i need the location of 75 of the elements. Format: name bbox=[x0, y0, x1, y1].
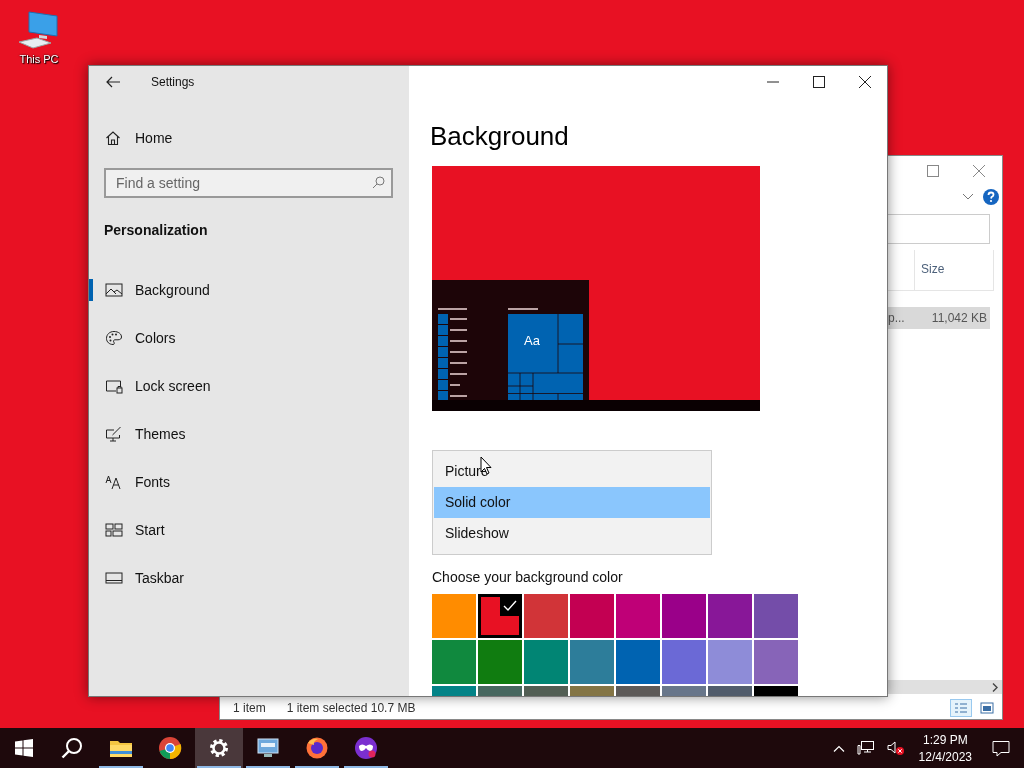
maximize-icon[interactable] bbox=[813, 76, 825, 88]
color-swatch[interactable] bbox=[570, 640, 614, 684]
color-swatch[interactable] bbox=[616, 640, 660, 684]
color-swatch[interactable] bbox=[754, 640, 798, 684]
color-swatch[interactable] bbox=[662, 594, 706, 638]
computer-icon[interactable] bbox=[17, 10, 61, 50]
gear-icon bbox=[207, 736, 231, 760]
monitor-icon bbox=[256, 736, 280, 760]
nav-item[interactable]: Lock screen bbox=[89, 375, 409, 397]
dropdown-option[interactable]: Slideshow bbox=[434, 518, 710, 549]
chevron-down-icon[interactable] bbox=[963, 194, 973, 200]
tile-label: Aa bbox=[524, 333, 540, 348]
window-title: Settings bbox=[151, 75, 195, 89]
color-swatch[interactable] bbox=[478, 640, 522, 684]
dropdown-option[interactable]: Solid color bbox=[434, 487, 710, 518]
color-swatch[interactable] bbox=[708, 594, 752, 638]
search-icon bbox=[61, 737, 83, 759]
color-swatch[interactable] bbox=[662, 640, 706, 684]
status-text: 1 item bbox=[233, 701, 266, 715]
color-swatch[interactable] bbox=[708, 640, 752, 684]
desktop-icon-label[interactable]: This PC bbox=[19, 53, 59, 65]
section-heading: Personalization bbox=[104, 222, 209, 238]
scroll-right-icon[interactable] bbox=[992, 682, 998, 692]
back-arrow-icon[interactable] bbox=[106, 76, 120, 88]
minimize-icon[interactable] bbox=[767, 81, 779, 83]
chevron-up-icon[interactable] bbox=[832, 744, 845, 752]
column-header[interactable]: Size bbox=[914, 250, 994, 290]
close-icon[interactable] bbox=[859, 76, 871, 88]
status-text: 1 item selected 10.7 MB bbox=[286, 701, 416, 715]
file-name: p... bbox=[888, 311, 905, 325]
nav-item[interactable]: Background bbox=[89, 279, 409, 301]
nav-item[interactable]: Start bbox=[89, 519, 409, 541]
nav-item[interactable]: Taskbar bbox=[89, 567, 409, 589]
nav-item[interactable]: Colors bbox=[89, 327, 409, 349]
lock-screen-icon bbox=[105, 378, 123, 394]
firefox-icon bbox=[305, 736, 329, 760]
tiles-view-icon bbox=[980, 702, 994, 714]
details-list-icon bbox=[954, 702, 968, 714]
file-size: 11,042 KB bbox=[931, 311, 987, 325]
taskbar-app-button[interactable] bbox=[195, 728, 243, 768]
tiles-icon bbox=[105, 522, 123, 538]
clock-time: 1:29 PM bbox=[922, 732, 968, 747]
clock[interactable]: 1:29 PM 12/4/2023 bbox=[918, 732, 972, 764]
brush-monitor-icon bbox=[105, 426, 123, 442]
palette-icon bbox=[105, 330, 123, 346]
nav-item[interactable]: Fonts bbox=[89, 471, 409, 493]
color-label: Choose your background color bbox=[432, 569, 624, 585]
color-swatch[interactable] bbox=[616, 594, 660, 638]
file-row[interactable]: p... 11,042 KB bbox=[888, 307, 990, 329]
color-swatch[interactable] bbox=[524, 640, 568, 684]
nav-item[interactable]: Themes bbox=[89, 423, 409, 445]
color-swatch[interactable] bbox=[478, 594, 522, 638]
fonts-icon bbox=[105, 474, 123, 490]
windows-logo-icon bbox=[15, 739, 33, 757]
horizontal-scrollbar[interactable] bbox=[888, 680, 1002, 694]
taskbar-icon bbox=[105, 570, 123, 586]
color-swatch[interactable] bbox=[432, 594, 476, 638]
search-icon[interactable] bbox=[372, 176, 385, 189]
search-field[interactable]: Find a setting bbox=[104, 168, 393, 198]
chrome-icon bbox=[158, 736, 182, 760]
volume-muted-icon[interactable] bbox=[886, 740, 905, 756]
clock-date: 12/4/2023 bbox=[918, 749, 972, 764]
home-link[interactable]: Home bbox=[105, 130, 173, 146]
home-icon bbox=[105, 130, 121, 146]
page-title: Background bbox=[430, 120, 570, 152]
color-swatch[interactable] bbox=[524, 594, 568, 638]
picture-icon bbox=[105, 282, 123, 298]
search-field[interactable] bbox=[888, 214, 990, 244]
help-icon[interactable] bbox=[983, 189, 999, 205]
color-swatch[interactable] bbox=[754, 594, 798, 638]
mask-icon bbox=[354, 736, 378, 760]
color-swatch[interactable] bbox=[432, 640, 476, 684]
notifications-icon[interactable] bbox=[992, 739, 1010, 757]
color-swatch[interactable] bbox=[570, 594, 614, 638]
network-icon[interactable] bbox=[856, 740, 875, 756]
